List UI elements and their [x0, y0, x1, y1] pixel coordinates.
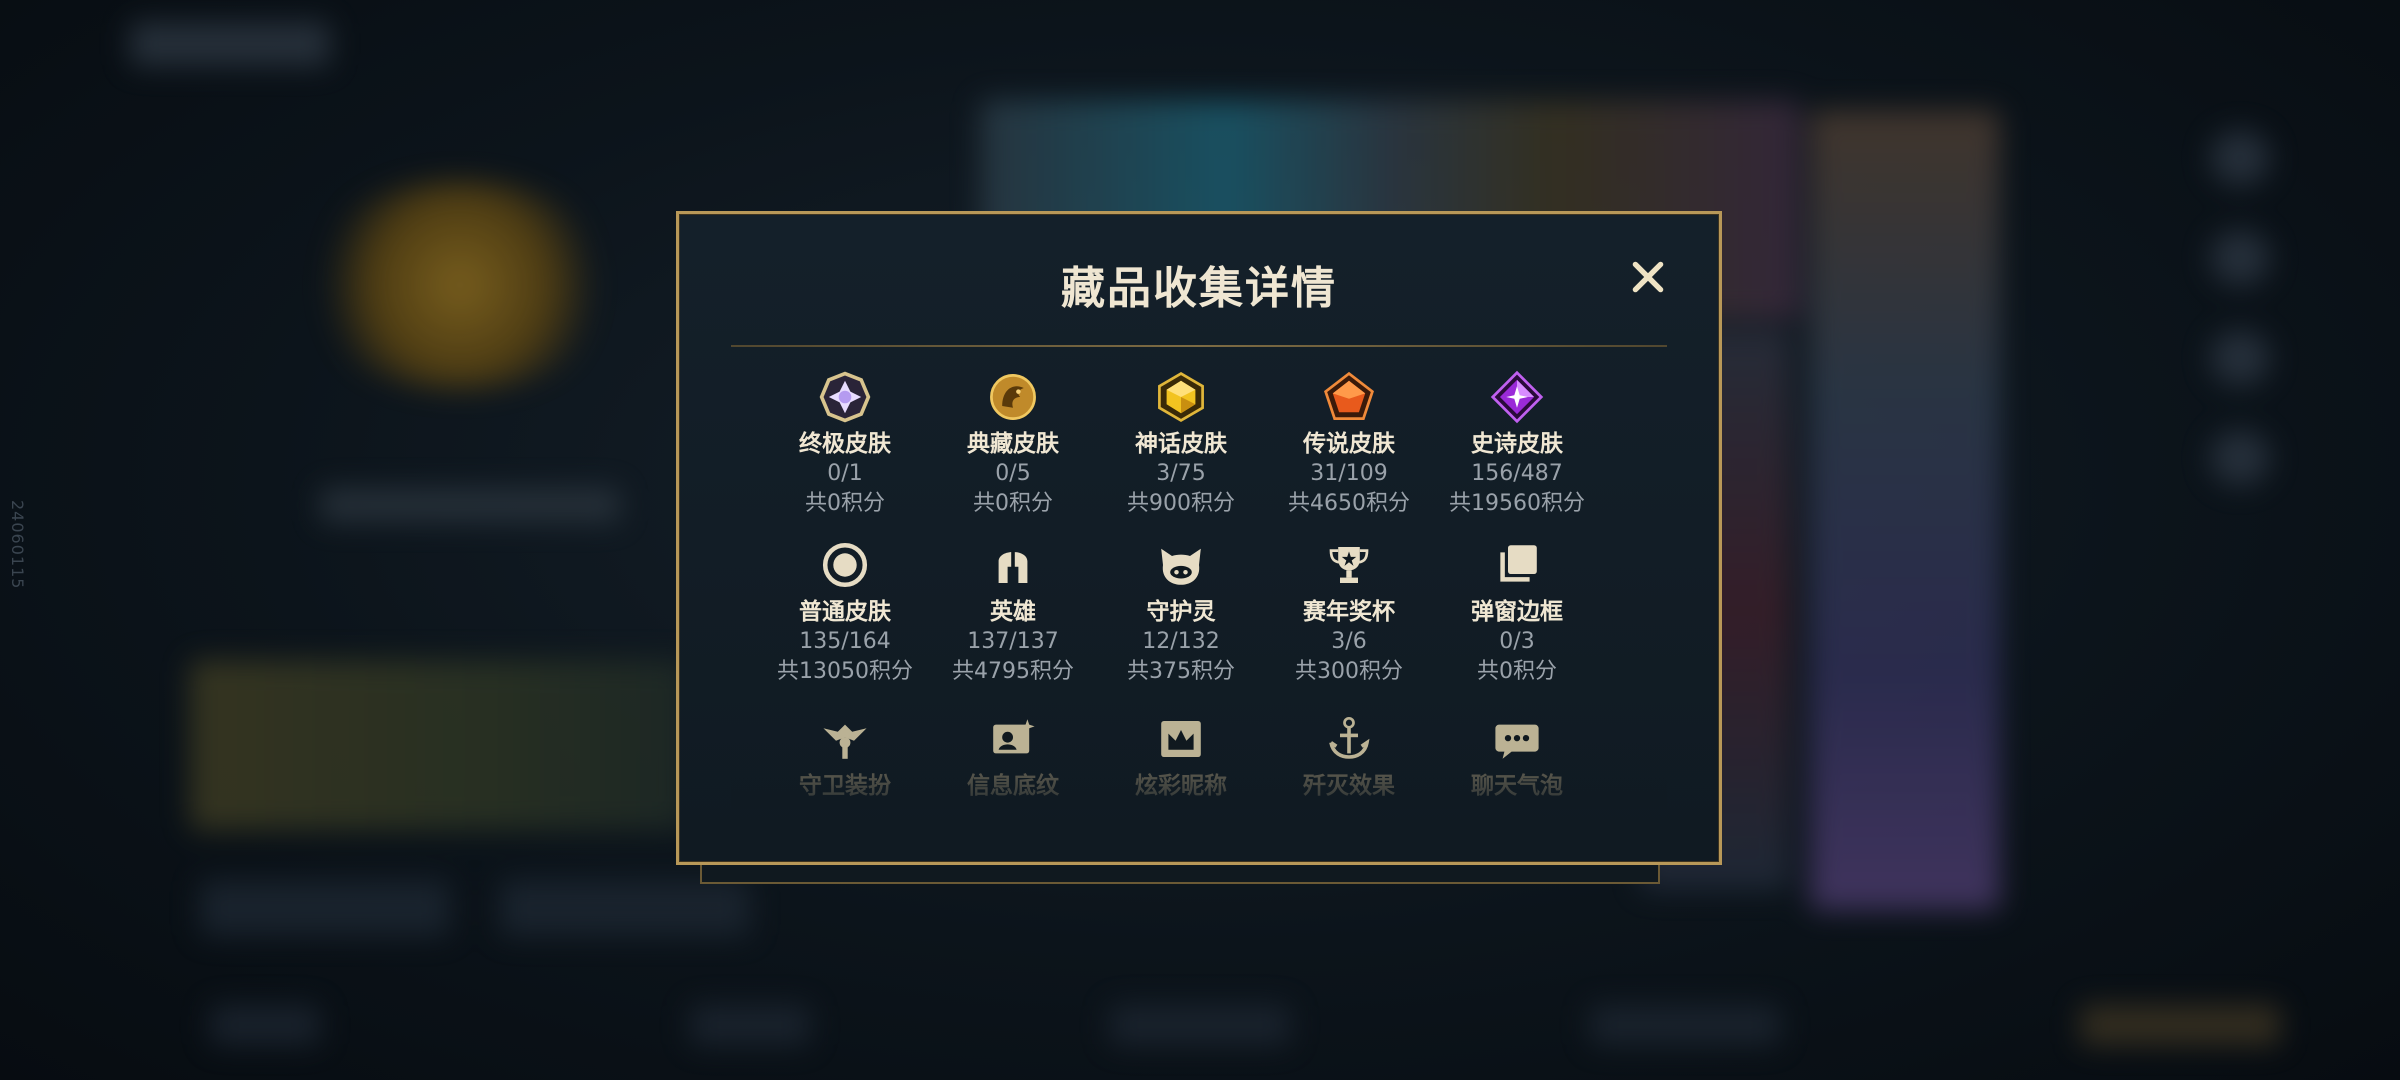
screen: 24060115 藏品收集详情 终极皮肤 0/1 共0积分 典藏皮肤 0/5 共… — [0, 0, 2400, 1080]
normal-skin-icon — [822, 542, 868, 588]
collection-item-epic-skin[interactable]: 史诗皮肤 156/487 共19560积分 — [1433, 369, 1601, 519]
item-count: 135/164 — [799, 629, 891, 654]
close-button[interactable] — [1623, 252, 1673, 302]
item-label: 普通皮肤 — [799, 599, 891, 625]
item-count: 0/3 — [1499, 629, 1535, 654]
item-label: 守护灵 — [1146, 599, 1216, 625]
crown-nickname-icon — [1161, 721, 1201, 757]
item-label: 歼灭效果 — [1303, 773, 1395, 799]
item-count: 0/5 — [995, 461, 1031, 486]
collection-item-season-trophy[interactable]: 赛年奖杯 3/6 共300积分 — [1265, 537, 1433, 687]
item-count: 3/6 — [1331, 629, 1367, 654]
ward-skin-icon — [823, 724, 867, 759]
item-label: 神话皮肤 — [1135, 431, 1227, 457]
collection-item-legendary-skin[interactable]: 传说皮肤 31/109 共4650积分 — [1265, 369, 1433, 519]
item-points: 共0积分 — [1477, 659, 1557, 684]
trophy-icon — [1329, 547, 1369, 583]
item-count: 0/1 — [827, 461, 863, 486]
frame-icon — [1500, 545, 1537, 582]
item-label: 典藏皮肤 — [967, 431, 1059, 457]
item-label: 守卫装扮 — [799, 773, 891, 799]
chat-bubble-icon — [1495, 724, 1539, 759]
modal-title: 藏品收集详情 — [1061, 263, 1337, 314]
item-label: 炫彩昵称 — [1135, 773, 1227, 799]
info-card-icon — [993, 719, 1035, 754]
collection-item-normal-skin[interactable]: 普通皮肤 135/164 共13050积分 — [761, 537, 929, 687]
item-label: 终极皮肤 — [799, 431, 891, 457]
item-label: 传说皮肤 — [1303, 431, 1395, 457]
item-count: 3/75 — [1156, 461, 1206, 486]
ultimate-skin-icon — [819, 371, 871, 423]
item-points: 共0积分 — [973, 491, 1053, 516]
close-icon — [1632, 261, 1664, 293]
collection-item-mythic-skin[interactable]: 神话皮肤 3/75 共900积分 — [1097, 369, 1265, 519]
item-points: 共13050积分 — [777, 659, 913, 684]
item-count: 12/132 — [1142, 629, 1220, 654]
item-label: 信息底纹 — [967, 773, 1059, 799]
collection-item-ward-skin[interactable]: 守卫装扮 — [761, 711, 929, 801]
prestige-skin-icon — [990, 374, 1036, 420]
item-label: 聊天气泡 — [1471, 773, 1563, 799]
anchor-effect-icon — [1329, 716, 1370, 759]
item-label: 英雄 — [990, 599, 1036, 625]
collection-item-info-card[interactable]: 信息底纹 — [929, 711, 1097, 801]
ward-spirit-icon — [1161, 548, 1201, 585]
item-count: 156/487 — [1471, 461, 1563, 486]
item-points: 共19560积分 — [1449, 491, 1585, 516]
collection-item-ultimate-skin[interactable]: 终极皮肤 0/1 共0积分 — [761, 369, 929, 519]
item-points: 共4795积分 — [952, 659, 1074, 684]
item-label: 史诗皮肤 — [1471, 431, 1563, 457]
title-divider — [731, 345, 1667, 347]
item-points: 共300积分 — [1295, 659, 1403, 684]
collection-item-champion[interactable]: 英雄 137/137 共4795积分 — [929, 537, 1097, 687]
item-count: 31/109 — [1310, 461, 1388, 486]
item-count: 137/137 — [967, 629, 1059, 654]
collection-item-popup-frame[interactable]: 弹窗边框 0/3 共0积分 — [1433, 537, 1601, 687]
item-label: 弹窗边框 — [1471, 599, 1563, 625]
item-label: 赛年奖杯 — [1303, 599, 1395, 625]
collection-item-ward-spirit[interactable]: 守护灵 12/132 共375积分 — [1097, 537, 1265, 687]
item-points: 共4650积分 — [1288, 491, 1410, 516]
legendary-skin-icon — [1324, 371, 1374, 420]
collection-details-modal: 藏品收集详情 终极皮肤 0/1 共0积分 典藏皮肤 0/5 共0积分 神话皮肤 … — [676, 211, 1722, 865]
collection-item-chat-bubble[interactable]: 聊天气泡 — [1433, 711, 1601, 801]
item-points: 共0积分 — [805, 491, 885, 516]
champion-helmet-icon — [998, 550, 1028, 583]
item-points: 共900积分 — [1127, 491, 1235, 516]
collection-item-color-nickname[interactable]: 炫彩昵称 — [1097, 711, 1265, 801]
mythic-skin-icon — [1158, 372, 1204, 422]
build-watermark: 24060115 — [8, 500, 27, 590]
epic-skin-icon — [1490, 370, 1544, 424]
item-points: 共375积分 — [1127, 659, 1235, 684]
collection-item-prestige-skin[interactable]: 典藏皮肤 0/5 共0积分 — [929, 369, 1097, 519]
collection-item-elimination-effect[interactable]: 歼灭效果 — [1265, 711, 1433, 801]
